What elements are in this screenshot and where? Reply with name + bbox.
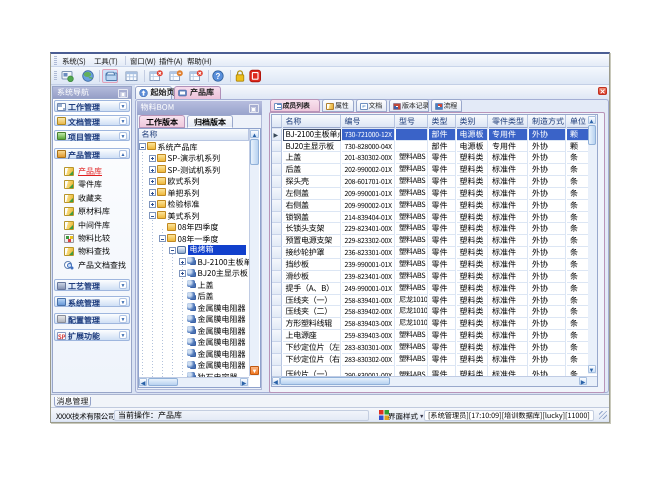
svg-text:?: ?	[216, 71, 221, 82]
